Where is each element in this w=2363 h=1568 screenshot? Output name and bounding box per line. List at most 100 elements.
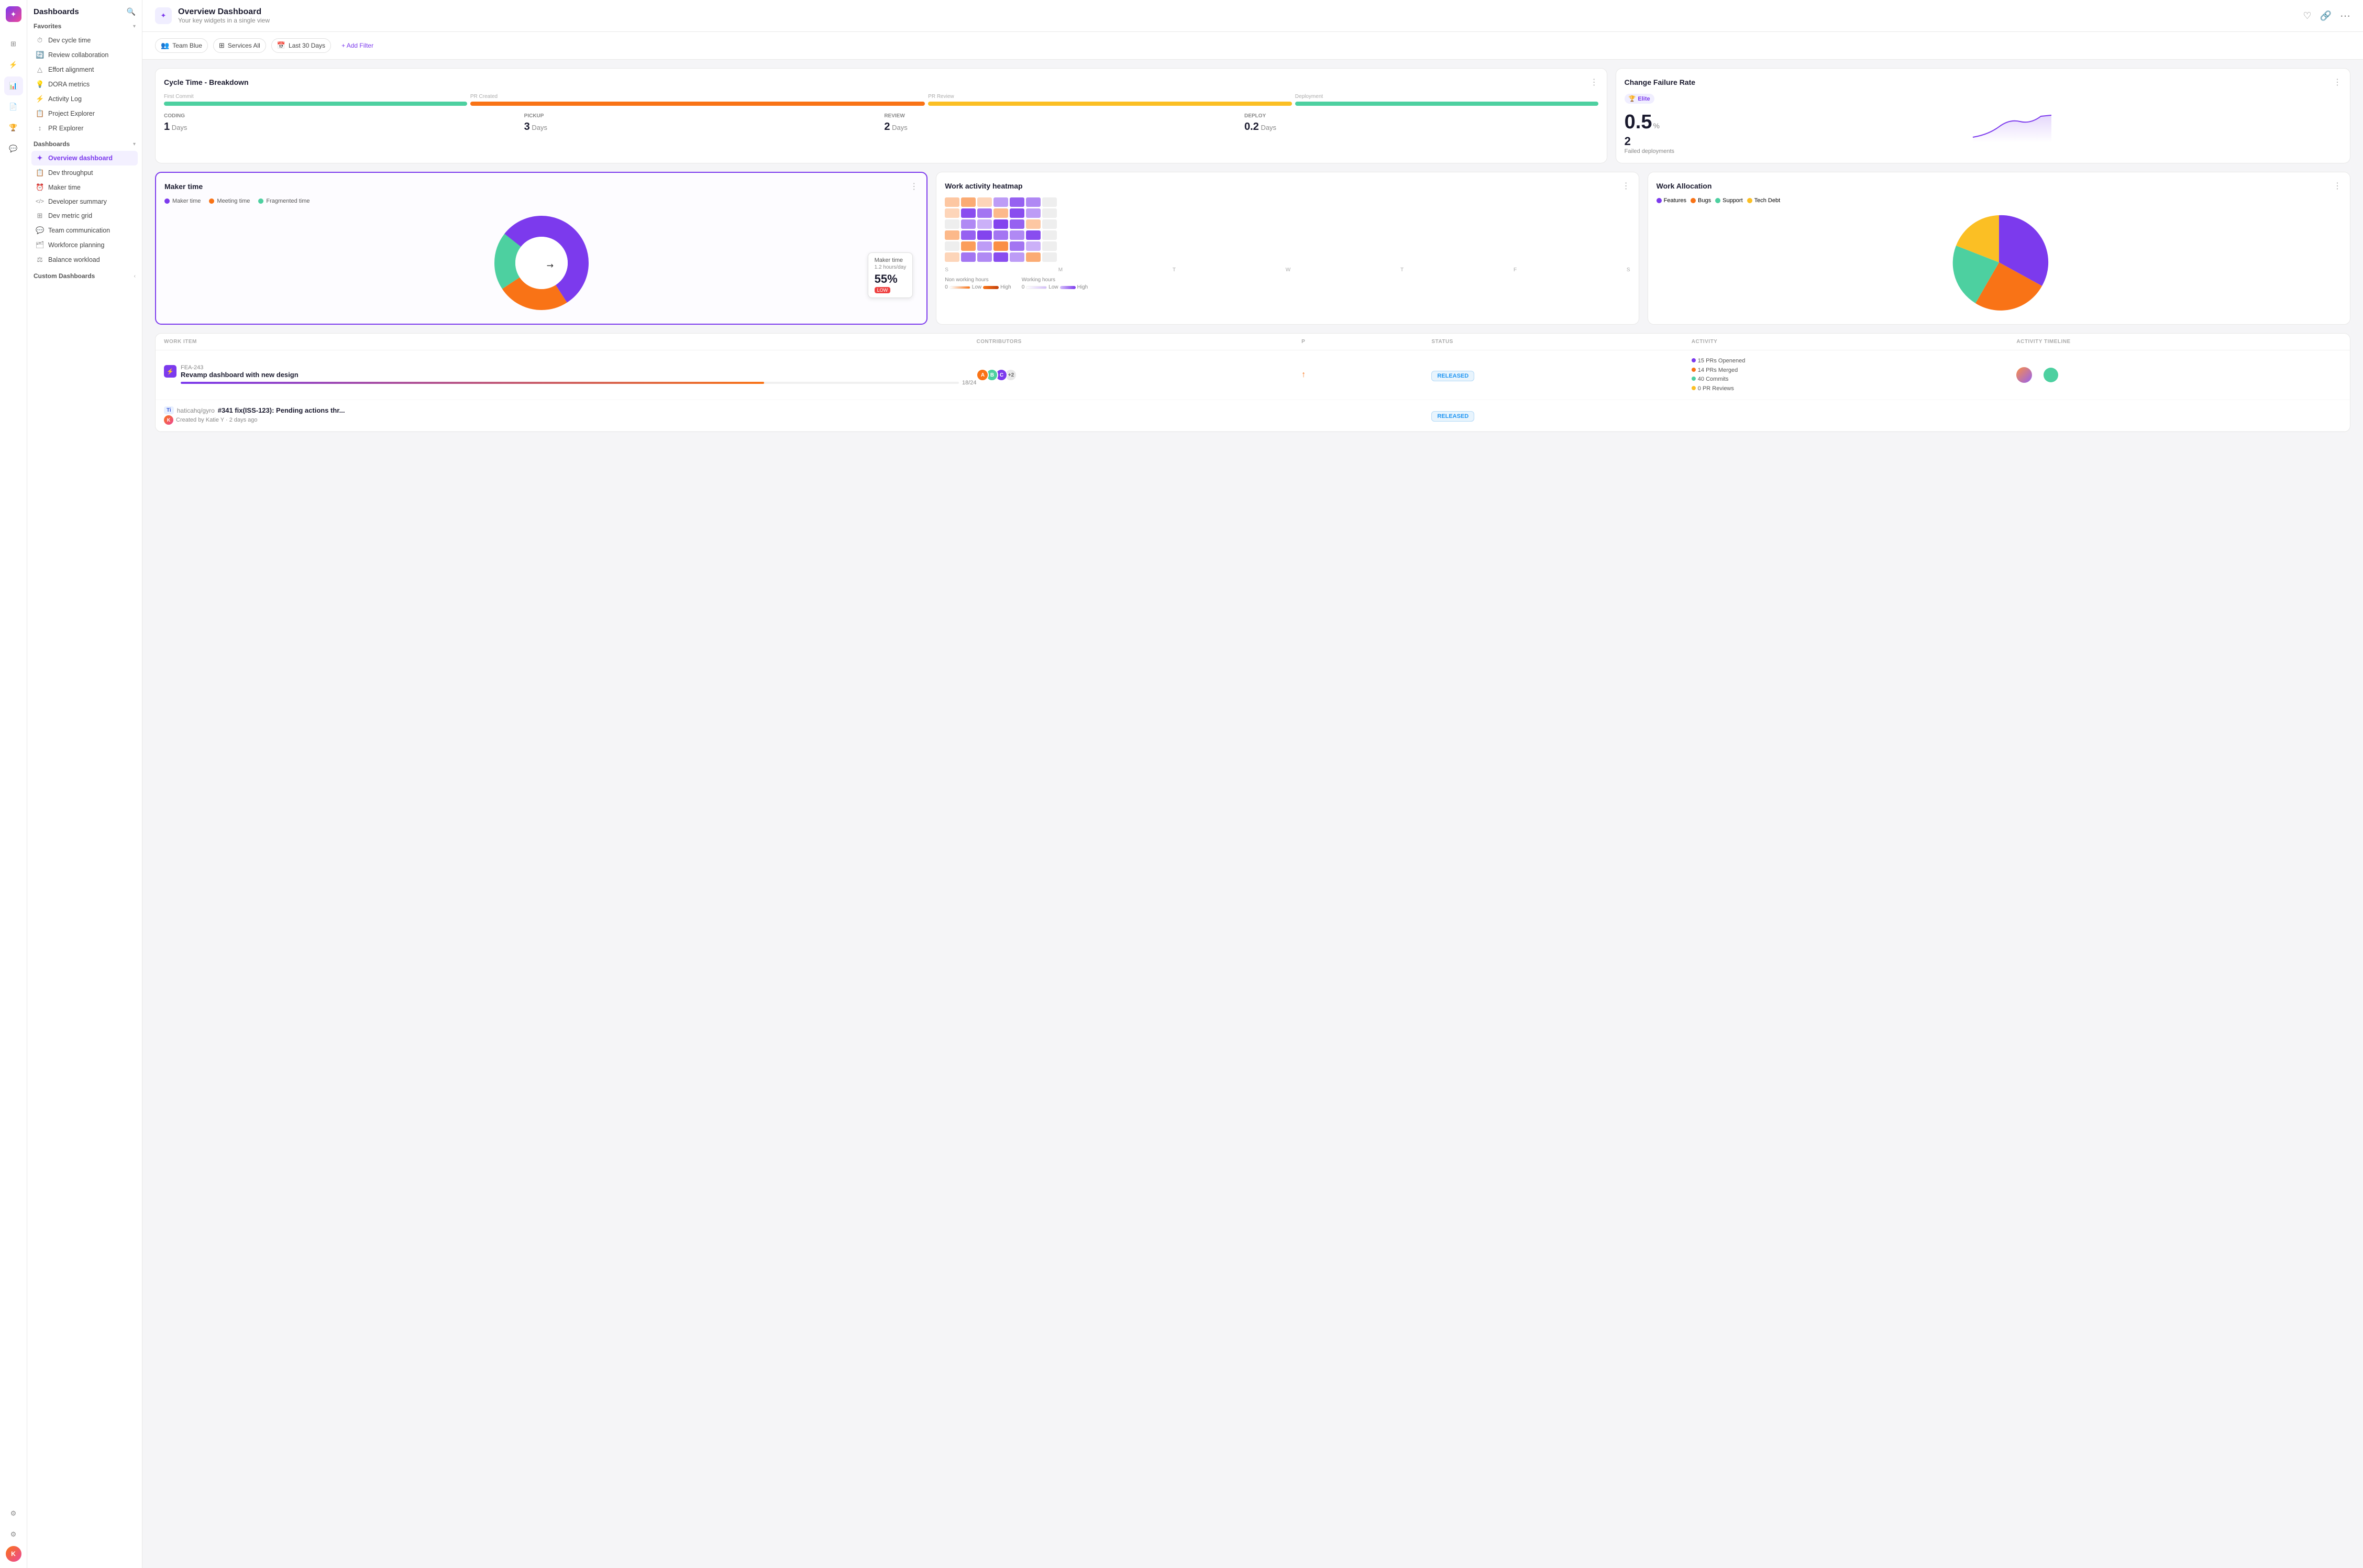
heatmap-cell (1026, 230, 1041, 240)
legend-high-2: High (1077, 284, 1088, 290)
cycle-metric-label-2: REVIEW (884, 113, 1238, 119)
sidebar-nav: Dashboards 🔍 Favorites ▾ ⏱ Dev cycle tim… (27, 0, 142, 1568)
sidebar-item-developer-summary[interactable]: </> Developer summary (31, 195, 138, 208)
topbar-info: Overview Dashboard Your key widgets in a… (178, 7, 270, 24)
wa-legend: Features Bugs Support Tech Debt (1657, 197, 2342, 204)
wa-dot-support (1715, 198, 1720, 203)
grid-nav-icon[interactable]: ⊞ (4, 35, 23, 53)
sidebar-item-maker-time[interactable]: ⏰ Maker time (31, 180, 138, 195)
heatmap-row-6 (945, 252, 1630, 262)
work-item-1-icon: ⚡ (164, 365, 176, 378)
settings-icon[interactable]: ⚙ (4, 1504, 23, 1523)
maker-time-menu[interactable]: ⋮ (910, 181, 918, 192)
favorites-chevron: ▾ (133, 24, 136, 29)
wa-menu[interactable]: ⋮ (2333, 181, 2342, 191)
topbar-left: ✦ Overview Dashboard Your key widgets in… (155, 7, 270, 24)
tooltip-label: Maker time (875, 257, 907, 263)
activity-line-1: 15 PRs Openened (1692, 357, 2017, 366)
doc-nav-icon[interactable]: 📄 (4, 97, 23, 116)
wa-dot-bugs (1691, 198, 1696, 203)
sidebar-item-effort-align[interactable]: △ Effort alignment (31, 62, 138, 77)
heatmap-cell (945, 197, 959, 207)
stage-bar-1 (470, 102, 925, 106)
custom-dashboards-chevron: ‹ (134, 273, 136, 279)
dora-icon: 💡 (36, 80, 44, 89)
link-icon[interactable]: 🔗 (2320, 10, 2332, 21)
chart-nav-icon[interactable]: 📊 (4, 76, 23, 95)
main-content: ✦ Overview Dashboard Your key widgets in… (142, 0, 2363, 1568)
user-settings-icon[interactable]: ⚙ (4, 1525, 23, 1544)
top-widgets-row: Cycle Time - Breakdown ⋮ First Commit PR… (155, 68, 2350, 163)
sidebar-item-team-communication[interactable]: 💬 Team communication (31, 223, 138, 238)
cfr-title: Change Failure Rate (1625, 78, 1695, 86)
cfr-menu[interactable]: ⋮ (2333, 77, 2342, 87)
sidebar-item-project-explorer[interactable]: 📋 Project Explorer (31, 106, 138, 121)
throughput-icon: 📋 (36, 169, 44, 177)
sidebar-item-activity-log[interactable]: ⚡ Activity Log (31, 92, 138, 106)
more-menu-icon[interactable]: ⋯ (2340, 9, 2350, 23)
add-filter-label: + Add Filter (341, 42, 373, 49)
donut-chart-svg: ↗ (489, 211, 594, 315)
legend-fragmented-time: Fragmented time (258, 198, 310, 204)
nav-label-dev-summary: Developer summary (48, 198, 107, 205)
activity-text-1a: 15 PRs Openened (1698, 358, 1746, 364)
activity-icon: ⚡ (36, 95, 44, 103)
wa-legend-features: Features (1657, 197, 1686, 204)
day-m: M (1058, 267, 1063, 273)
balance-icon: ⚖ (36, 256, 44, 264)
custom-dashboards-section-header[interactable]: Custom Dashboards ‹ (34, 272, 136, 280)
sidebar-item-dev-throughput[interactable]: 📋 Dev throughput (31, 165, 138, 180)
heatmap-cell (1026, 197, 1041, 207)
work-item-2-user: K Created by Katie Y · 2 days ago (164, 415, 976, 425)
page-subtitle: Your key widgets in a single view (178, 17, 270, 24)
nav-label-review-collab: Review collaboration (48, 51, 108, 59)
legend-meeting-time: Meeting time (209, 198, 250, 204)
cfr-content: 0.5 % 2 Failed deployments (1625, 111, 2342, 154)
sidebar-item-balance-workload[interactable]: ⚖ Balance workload (31, 252, 138, 267)
sidebar-title: Dashboards (34, 7, 79, 16)
sidebar-item-workforce-planning[interactable]: 🗂 Workforce planning (31, 238, 138, 252)
services-all-filter[interactable]: ⊞ Services All (213, 38, 266, 53)
legend-label-fragmented: Fragmented time (266, 198, 310, 204)
heatmap-menu[interactable]: ⋮ (1622, 181, 1630, 191)
zap-nav-icon[interactable]: ⚡ (4, 56, 23, 74)
app-logo[interactable]: ✦ (6, 6, 21, 22)
nav-label-balance: Balance workload (48, 256, 100, 263)
heatmap-cell (1026, 252, 1041, 262)
cycle-time-menu[interactable]: ⋮ (1590, 77, 1598, 87)
day-t2: T (1400, 267, 1404, 273)
contributors-cell-1: A B C +2 (976, 369, 1301, 381)
sidebar-item-dora-metrics[interactable]: 💡 DORA metrics (31, 77, 138, 92)
heatmap-cell (1010, 230, 1024, 240)
activity-text-1d: 0 PR Reviews (1698, 385, 1734, 392)
wa-label-features: Features (1664, 197, 1686, 204)
trophy-nav-icon[interactable]: 🏆 (4, 118, 23, 137)
chat-nav-icon[interactable]: 💬 (4, 139, 23, 158)
heart-icon[interactable]: ♡ (2303, 10, 2311, 21)
cfr-stats: 0.5 % 2 Failed deployments (1625, 111, 1674, 154)
heatmap-cell (961, 230, 976, 240)
sidebar-item-dev-cycle-time[interactable]: ⏱ Dev cycle time (31, 33, 138, 48)
sidebar-item-dev-metric-grid[interactable]: ⊞ Dev metric grid (31, 208, 138, 223)
sidebar-item-pr-explorer[interactable]: ↕ PR Explorer (31, 121, 138, 135)
legend-label-maker: Maker time (172, 198, 201, 204)
heatmap-cell (945, 230, 959, 240)
heatmap-cell (977, 230, 992, 240)
last-30-days-label: Last 30 Days (289, 42, 325, 49)
add-filter-button[interactable]: + Add Filter (336, 39, 379, 52)
user-avatar[interactable]: K (6, 1546, 21, 1562)
cycle-metric-3: DEPLOY 0.2 Days (1244, 113, 1598, 133)
col-timeline: ACTIVITY TIMELINE (2016, 339, 2342, 345)
activity-line-4: 0 PR Reviews (1692, 384, 2017, 394)
sidebar-item-overview-dashboard[interactable]: ✦ Overview dashboard (31, 151, 138, 165)
sidebar-item-review-collab[interactable]: 🔄 Review collaboration (31, 48, 138, 62)
sidebar-search-icon[interactable]: 🔍 (127, 7, 136, 16)
dashboards-section-header[interactable]: Dashboards ▾ (34, 140, 136, 148)
heatmap-cell (1042, 208, 1057, 218)
content-area: Cycle Time - Breakdown ⋮ First Commit PR… (142, 60, 2363, 1568)
favorites-section-header[interactable]: Favorites ▾ (34, 23, 136, 30)
wa-legend-techdebt: Tech Debt (1747, 197, 1781, 204)
last-30-days-filter[interactable]: 📅 Last 30 Days (271, 38, 331, 53)
team-blue-filter[interactable]: 👥 Team Blue (155, 38, 208, 53)
heatmap-cell (1026, 241, 1041, 251)
